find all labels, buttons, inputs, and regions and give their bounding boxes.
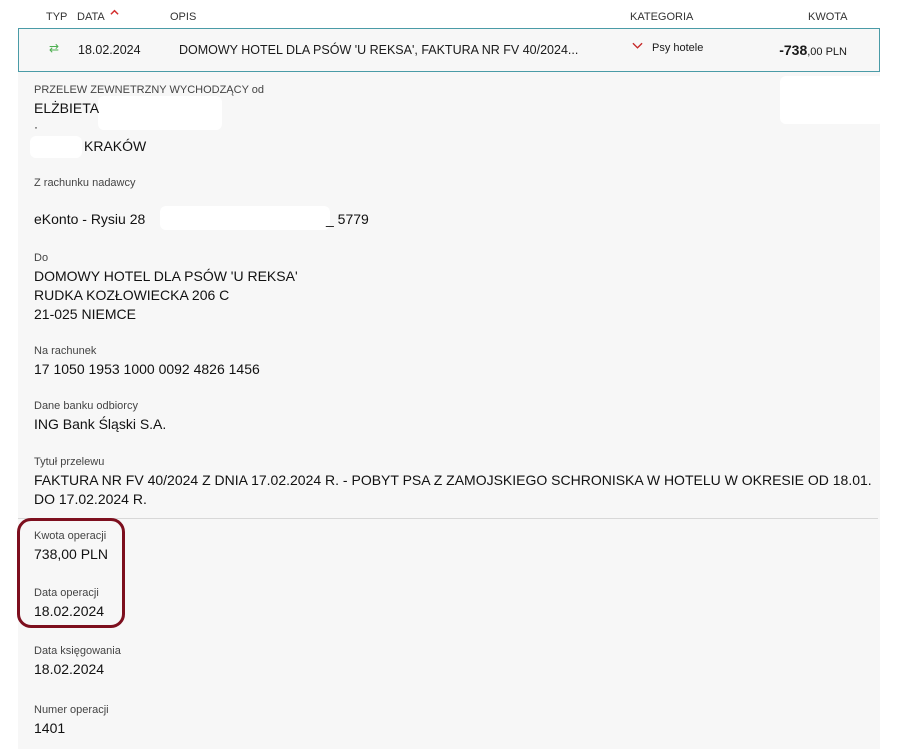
recipient-bank-label: Dane banku odbiorcy xyxy=(34,400,138,412)
operation-number-label: Numer operacji xyxy=(34,704,109,716)
sender-city: KRAKÓW xyxy=(84,138,147,154)
transfer-arrows-icon: ⇄ xyxy=(49,41,60,55)
recipient-account-label: Na rachunek xyxy=(34,345,97,357)
from-account-name: eKonto - Rysiu 28 xyxy=(34,211,146,227)
column-header-amount[interactable]: KWOTA xyxy=(808,11,848,23)
operation-number-value: 1401 xyxy=(34,720,66,736)
recipient-account-number: 17 1050 1953 1000 0092 4826 1456 xyxy=(34,361,260,377)
redaction-block xyxy=(780,76,884,124)
operation-amount-label: Kwota operacji xyxy=(34,530,107,542)
redaction-block xyxy=(160,206,330,230)
column-header-description[interactable]: OPIS xyxy=(170,11,196,23)
sort-ascending-icon[interactable] xyxy=(110,8,119,17)
recipient-label: Do xyxy=(34,252,49,264)
column-header-date[interactable]: DATA xyxy=(77,11,105,23)
amount-fraction: ,00 PLN xyxy=(807,46,847,58)
transaction-date: 18.02.2024 xyxy=(78,43,141,57)
operation-date-value: 18.02.2024 xyxy=(34,603,105,619)
transfer-title-line1: FAKTURA NR FV 40/2024 Z DNIA 17.02.2024 … xyxy=(34,472,872,488)
recipient-name: DOMOWY HOTEL DLA PSÓW 'U REKSA' xyxy=(34,268,298,284)
transfer-type-label: PRZELEW ZEWNETRZNY WYCHODZĄCY od xyxy=(34,84,265,96)
transaction-details-panel: ⇄ 18.02.2024 DOMOWY HOTEL DLA PSÓW 'U RE… xyxy=(18,28,880,749)
booking-date-value: 18.02.2024 xyxy=(34,661,105,677)
transaction-description: DOMOWY HOTEL DLA PSÓW 'U REKSA', FAKTURA… xyxy=(179,43,579,57)
operation-amount-value: 738,00 PLN xyxy=(34,546,108,562)
transaction-row[interactable]: ⇄ 18.02.2024 DOMOWY HOTEL DLA PSÓW 'U RE… xyxy=(18,28,880,72)
sender-address-dot: · xyxy=(34,120,38,134)
operation-date-label: Data operacji xyxy=(34,587,99,599)
column-header-category[interactable]: KATEGORIA xyxy=(630,11,693,23)
amount-integer: -738 xyxy=(779,42,808,58)
booking-date-label: Data księgowania xyxy=(34,645,121,657)
transfer-title-label: Tytuł przelewu xyxy=(34,456,105,468)
column-header-type[interactable]: TYP xyxy=(46,11,67,23)
transaction-category[interactable]: Psy hotele xyxy=(652,42,703,54)
from-account-label: Z rachunku nadawcy xyxy=(34,177,136,189)
category-chevron-down-icon[interactable] xyxy=(632,42,643,50)
recipient-city: 21-025 NIEMCE xyxy=(34,306,136,322)
from-account-suffix: _ 5779 xyxy=(326,211,369,227)
redaction-block xyxy=(30,136,82,158)
section-divider xyxy=(18,518,878,519)
recipient-bank-name: ING Bank Śląski S.A. xyxy=(34,416,167,432)
table-header: TYP DATA OPIS KATEGORIA KWOTA xyxy=(0,0,899,28)
sender-name: ELŻBIETA xyxy=(34,100,100,116)
redaction-block xyxy=(98,96,222,130)
transaction-amount: -738,00 PLN xyxy=(779,42,847,58)
transfer-title-line2: DO 17.02.2024 R. xyxy=(34,491,147,507)
recipient-street: RUDKA KOZŁOWIECKA 206 C xyxy=(34,287,230,303)
